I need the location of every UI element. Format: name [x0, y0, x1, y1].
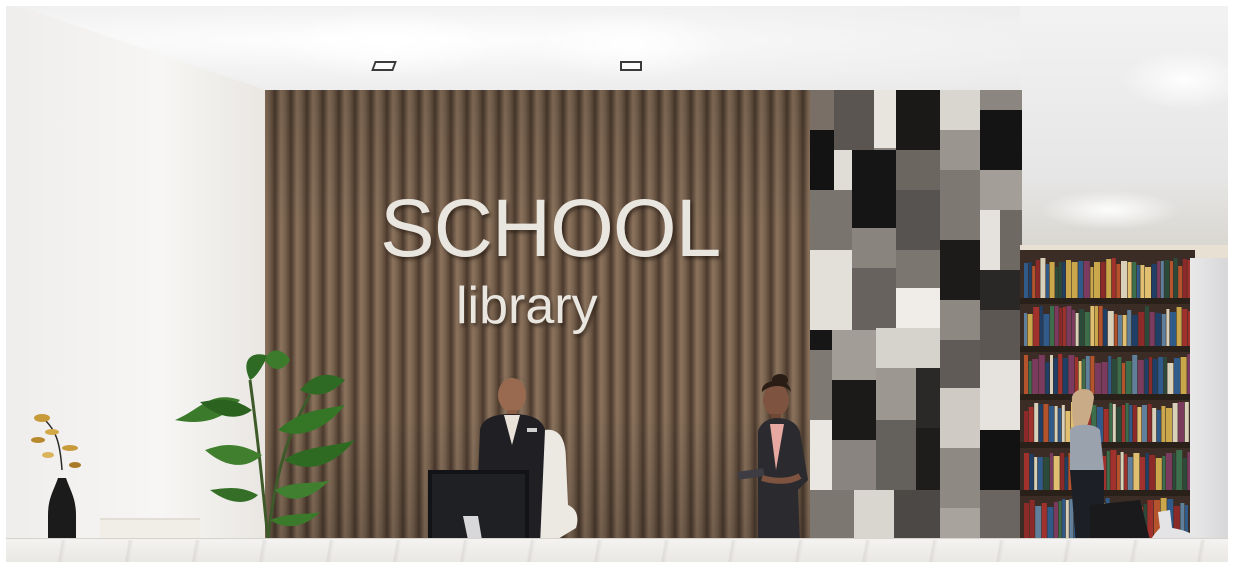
- foreground-objects: [31, 350, 1205, 555]
- vase-with-branch: [31, 414, 81, 545]
- computer-monitor: [428, 470, 529, 545]
- marble-veins: [0, 540, 1234, 568]
- potted-plant: [175, 350, 355, 541]
- staff-member-with-tablet: [737, 374, 808, 545]
- reception-chair: [540, 429, 578, 545]
- library-reception-scene: SCHOOL library: [0, 0, 1234, 568]
